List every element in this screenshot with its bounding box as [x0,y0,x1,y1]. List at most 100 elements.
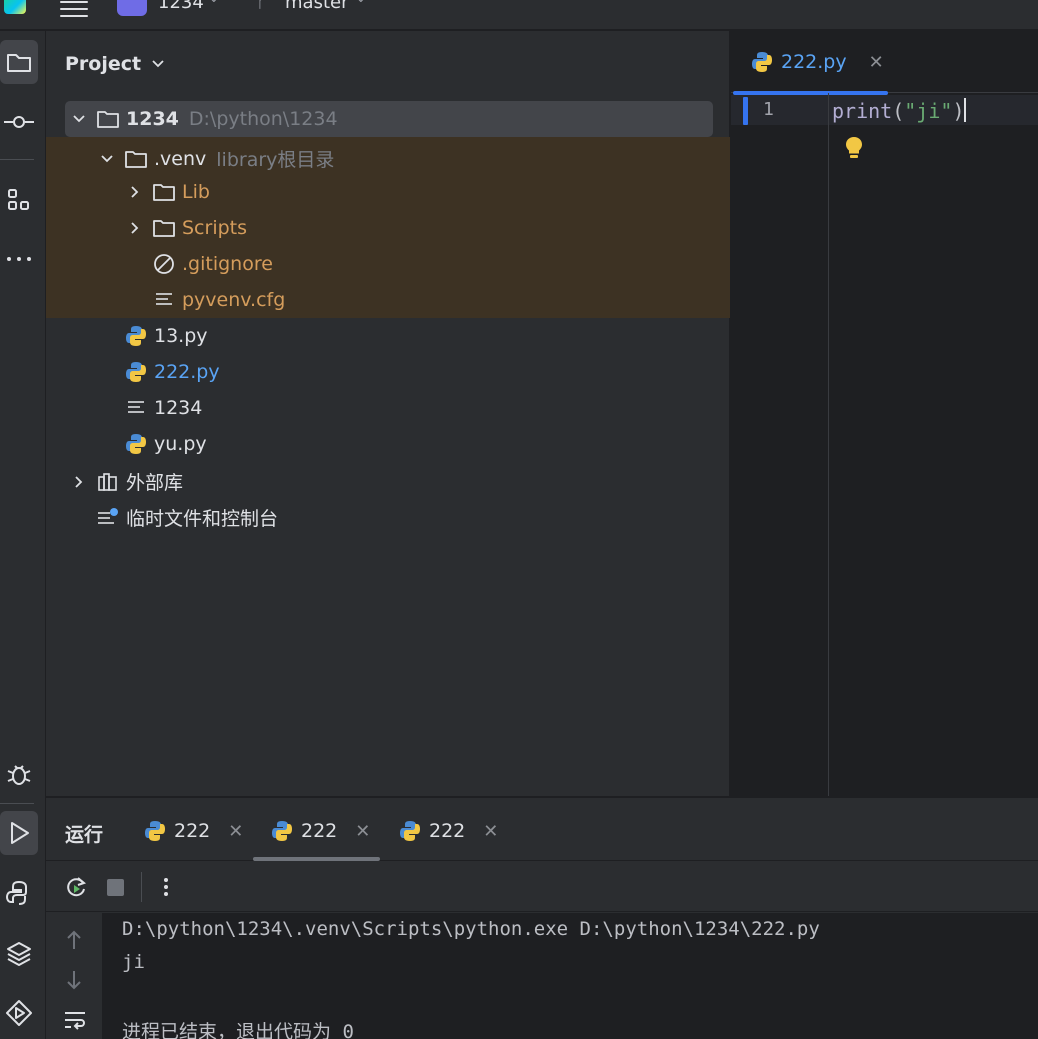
debug-tool-button[interactable] [0,752,38,796]
text-file-icon [152,288,176,312]
services-tool-button[interactable] [0,991,38,1035]
chevron-right-icon[interactable] [124,216,146,240]
code-string: "ji" [904,99,953,123]
structure-icon [8,189,29,210]
python-file-icon [124,324,148,348]
pycharm-logo-icon [4,0,26,14]
run-header: 运行 222 ✕ 222 ✕ 222 ✕ [46,798,1038,861]
divider [0,159,34,160]
run-tab-1[interactable]: 222 ✕ [144,814,243,848]
chevron-right-icon[interactable] [68,470,90,494]
commit-tool-button[interactable] [0,100,38,144]
tree-13py-name: 13.py [154,325,208,347]
tree-scripts-name: Scripts [182,217,248,239]
tree-row-222py[interactable]: 222.py [46,354,730,390]
folder-icon [152,216,176,240]
commit-icon [4,116,34,128]
chevron-down-icon[interactable]: ⌄ [355,0,367,6]
editor-gutter[interactable] [731,93,829,796]
folder-icon [96,107,120,131]
play-icon [11,822,29,844]
python-file-icon [751,51,773,73]
python-console-icon [5,880,27,905]
lightbulb-icon[interactable] [844,135,864,166]
tree-row-yupy[interactable]: yu.py [46,426,730,462]
project-panel: Project 1234 D:\python\1234 .venv librar… [46,31,730,796]
python-file-icon [124,432,148,456]
vcs-change-marker[interactable] [743,97,748,125]
project-tool-button[interactable] [0,40,38,84]
scratches-icon [96,506,120,530]
line-number: 1 [763,99,774,120]
editor-area: 222.py ✕ 1 print("ji") [731,31,1038,796]
close-icon[interactable]: ✕ [483,821,498,842]
active-run-tab-indicator [253,857,380,861]
run-tab-2[interactable]: 222 ✕ [271,814,370,848]
more-vertical-icon[interactable] [158,875,174,904]
chevron-down-icon[interactable]: ⌄ [208,0,220,6]
run-panel-title: 运行 [65,824,104,846]
run-tab-label: 222 [429,820,466,842]
tree-scratches-name: 临时文件和控制台 [126,508,279,530]
run-tab-3[interactable]: 222 ✕ [399,814,498,848]
console-output[interactable]: D:\python\1234\.venv\Scripts\python.exe … [102,913,1038,1039]
structure-tool-button[interactable] [0,178,38,222]
more-tools-button[interactable] [0,237,38,281]
tree-pyvenv-name: pyvenv.cfg [182,289,286,311]
tree-row-root[interactable]: 1234 D:\python\1234 [46,101,730,137]
tree-lib-name: Lib [182,181,210,203]
folder-icon [124,147,148,171]
tree-row-scripts[interactable]: Scripts [46,210,730,246]
project-switcher[interactable]: 1234 [158,0,204,13]
chevron-down-icon[interactable] [96,147,118,171]
editor-tab-bar: 222.py ✕ [731,31,1038,95]
toolbar-divider [141,872,142,902]
tree-row-pyvenv[interactable]: pyvenv.cfg [46,282,730,318]
close-icon[interactable]: ✕ [355,821,370,842]
chevron-right-icon[interactable] [124,180,146,204]
project-panel-title: Project [65,53,142,75]
arrow-down-icon[interactable] [64,969,84,996]
branch-icon: ᚠ [256,0,267,12]
editor-tab-222py[interactable]: 222.py ✕ [731,31,888,95]
arrow-up-icon[interactable] [64,929,84,956]
tree-row-scratches[interactable]: 临时文件和控制台 [46,498,730,534]
main-menu-icon[interactable] [60,0,88,18]
more-horizontal-icon [7,257,31,261]
tree-row-13py[interactable]: 13.py [46,318,730,354]
project-badge-icon[interactable] [117,0,147,16]
rerun-icon[interactable] [64,875,88,904]
code-line[interactable]: print("ji") [832,98,967,123]
python-console-button[interactable] [0,871,38,915]
tree-venv-name: .venv [154,147,207,170]
console-output-line: ji [122,951,145,973]
tree-row-external-libraries[interactable]: 外部库 [46,462,730,498]
tree-row-venv[interactable]: .venv library根目录 [46,139,730,175]
divider [0,803,34,804]
soft-wrap-icon[interactable] [63,1009,87,1036]
folder-icon [7,54,31,72]
console-command-line: D:\python\1234\.venv\Scripts\python.exe … [122,918,820,940]
services-icon [6,1000,32,1026]
tree-1234-name: 1234 [154,397,203,419]
close-icon[interactable]: ✕ [228,821,243,842]
vcs-branch-switcher[interactable]: master [285,0,348,13]
chevron-down-icon[interactable] [68,107,90,131]
python-run-icon [399,820,421,842]
library-icon [96,470,120,494]
tree-root-name: 1234 [126,108,179,130]
tree-row-lib[interactable]: Lib [46,174,730,210]
tree-yupy-name: yu.py [154,433,207,455]
python-packages-button[interactable] [0,931,38,975]
tree-row-gitignore[interactable]: .gitignore [46,246,730,282]
console-side-toolbar [46,913,102,1039]
tool-window-strip [0,31,46,1039]
tree-venv-hint: library根目录 [216,149,335,171]
project-view-selector[interactable]: Project [65,53,165,75]
ignored-file-icon [152,252,176,276]
run-tool-button[interactable] [0,811,38,855]
run-toolbar [46,862,1038,912]
close-icon[interactable]: ✕ [869,52,884,73]
tree-row-1234[interactable]: 1234 [46,390,730,426]
stop-icon[interactable] [107,879,124,896]
